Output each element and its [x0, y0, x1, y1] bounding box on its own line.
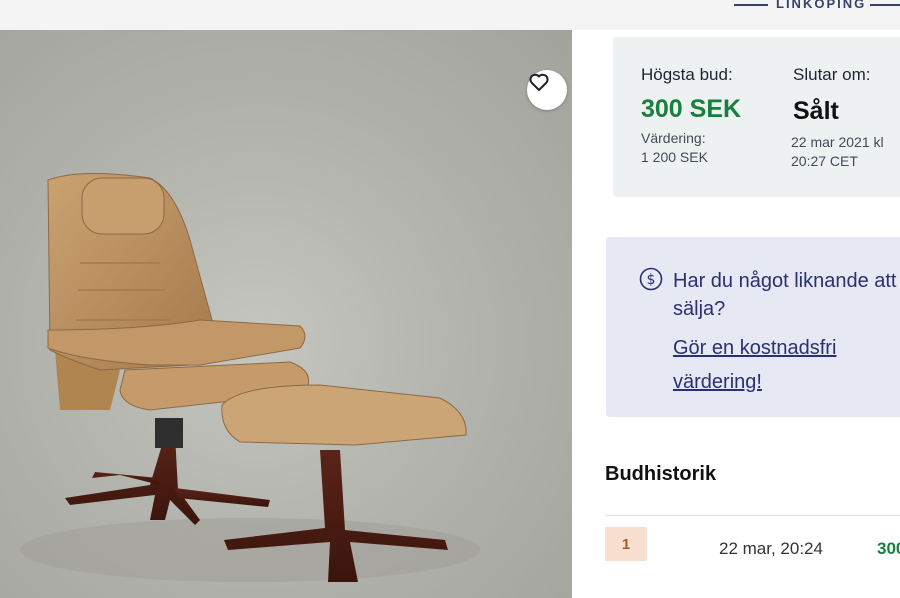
- top-bar: LINKÖPING: [0, 0, 900, 30]
- location-label: LINKÖPING: [776, 0, 867, 11]
- valuation-value: 1 200 SEK: [641, 149, 708, 165]
- bid-info-card: Högsta bud: 300 SEK Värdering: 1 200 SEK…: [613, 37, 900, 197]
- end-date: 22 mar 2021 kl: [791, 134, 884, 150]
- bid-history-title: Budhistorik: [605, 463, 717, 485]
- end-time: 20:27 CET: [791, 153, 858, 169]
- sell-question: Har du något liknande att sälja?: [673, 270, 897, 320]
- heart-icon: [529, 73, 549, 91]
- armchair-photo: [20, 172, 480, 582]
- brand-divider-left: [734, 4, 768, 6]
- ends-value: Sålt: [793, 97, 839, 125]
- highest-bid-label: Högsta bud:: [641, 65, 733, 84]
- svg-text:$: $: [647, 272, 656, 288]
- bid-amount: 300 SEK: [877, 539, 900, 558]
- divider: [605, 515, 900, 516]
- bid-number-badge: 1: [605, 527, 647, 561]
- product-image[interactable]: [0, 30, 572, 598]
- brand-divider-right: [870, 4, 900, 6]
- bid-time: 22 mar, 20:24: [719, 539, 823, 558]
- free-valuation-link[interactable]: Gör en kostnadsfri värdering!: [673, 331, 900, 399]
- favorite-button[interactable]: [527, 70, 567, 110]
- dollar-circle-icon: $: [639, 267, 663, 291]
- sell-similar-card: $ Har du något liknande att sälja? Gör e…: [606, 237, 900, 417]
- bid-history-row: 1 22 mar, 20:24 300 SEK: [605, 527, 900, 567]
- ends-label: Slutar om:: [793, 65, 871, 84]
- valuation-label: Värdering:: [641, 130, 706, 146]
- highest-bid-value: 300 SEK: [641, 95, 742, 123]
